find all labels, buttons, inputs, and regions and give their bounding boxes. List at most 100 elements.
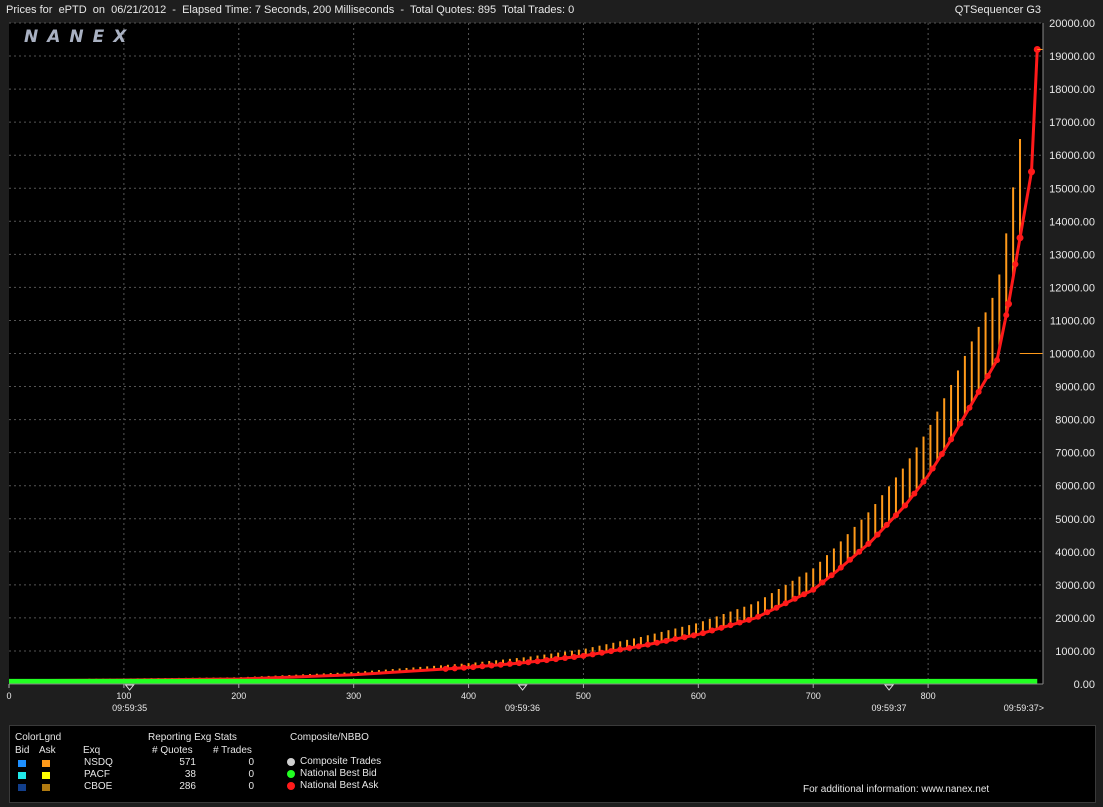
ask-point	[516, 660, 523, 667]
colorlgnd-label: ColorLgnd	[15, 732, 62, 743]
cboe-ask-swatch	[42, 784, 50, 791]
time-label: 09:59:37>	[1004, 703, 1044, 713]
pacf-ask-swatch	[42, 772, 50, 779]
trades-header: # Trades	[213, 745, 252, 756]
legend-panel: ColorLgnd Bid Ask Reporting Exg Stats Ex…	[9, 725, 1096, 803]
y-tick-label: 8000.00	[1055, 415, 1095, 427]
ask-point	[690, 632, 697, 639]
y-tick-label: 11000.00	[1050, 315, 1095, 327]
ask-point	[1012, 261, 1019, 268]
y-tick-label: 5000.00	[1055, 514, 1095, 526]
ask-point	[773, 604, 780, 611]
composite-trades-dot	[287, 758, 295, 766]
ask-point	[791, 595, 798, 602]
national-best-bid-label: National Best Bid	[300, 768, 377, 779]
ask-point	[966, 404, 973, 411]
ask-point	[525, 659, 532, 666]
exq-header: Exq	[83, 745, 101, 756]
ask-point	[865, 540, 872, 547]
y-tick-label: 4000.00	[1055, 547, 1095, 559]
ask-point	[727, 622, 734, 629]
price-chart: NANEX 0.00 1000.00 2000.00 3000.00 4000.00 50…	[6, 18, 1095, 713]
ask-point	[837, 564, 844, 571]
ask-point	[681, 634, 688, 641]
ask-point	[1005, 300, 1013, 308]
time-marker	[517, 684, 528, 691]
y-tick-label: 15000.00	[1049, 183, 1095, 195]
bid-header: Bid	[15, 745, 30, 756]
ask-point	[874, 531, 881, 538]
ask-point	[580, 652, 587, 659]
ask-point	[948, 436, 955, 443]
composite-title: Composite/NBBO	[290, 732, 369, 743]
pacf-bid-swatch	[18, 772, 26, 779]
y-tick-label: 9000.00	[1055, 382, 1095, 394]
y-tick-label: 3000.00	[1055, 580, 1095, 592]
x-tick-label: 500	[576, 691, 591, 701]
ask-point	[562, 655, 569, 662]
national-best-bid-dot	[287, 770, 295, 778]
ask-point	[975, 388, 982, 395]
ask-point	[984, 372, 991, 379]
ask-point	[736, 619, 743, 626]
ask-point	[506, 660, 513, 667]
time-marker	[884, 684, 895, 691]
ask-point	[571, 653, 578, 660]
ask-header: Ask	[39, 745, 56, 756]
ask-point	[810, 586, 817, 593]
time-label: 09:59:35	[112, 703, 147, 713]
ask-point	[745, 616, 752, 623]
ask-point	[957, 420, 964, 427]
x-tick-label: 200	[231, 691, 246, 701]
y-tick-label: 19000.00	[1049, 51, 1095, 63]
x-tick-label: 400	[461, 691, 476, 701]
trade-count: 0	[248, 781, 254, 792]
cboe-bid-swatch	[18, 784, 26, 791]
ask-point	[902, 502, 909, 509]
ask-point	[929, 465, 936, 472]
y-tick-label: 17000.00	[1049, 117, 1095, 129]
ask-point	[856, 548, 863, 555]
y-tick-label: 18000.00	[1049, 84, 1095, 96]
ask-point	[488, 662, 495, 669]
nanex-watermark: NANEX	[24, 27, 135, 47]
x-tick-label: 700	[806, 691, 821, 701]
ask-point	[589, 651, 596, 658]
time-label: 09:59:36	[505, 703, 540, 713]
reporting-title: Reporting Exg Stats	[148, 732, 237, 743]
ask-point	[1016, 234, 1024, 242]
info-text: For additional information: www.nanex.ne…	[803, 784, 990, 795]
x-axis: 0 100 200 300 400 500 600 700 800 09:59:35 09:59:3…	[6, 683, 1044, 713]
ask-point	[663, 637, 670, 644]
ask-point	[801, 591, 808, 598]
ask-point	[470, 664, 477, 671]
exchange-name: CBOE	[84, 781, 113, 792]
trade-count: 0	[248, 769, 254, 780]
ask-point	[718, 624, 725, 631]
ask-point	[994, 357, 1001, 364]
y-tick-label: 10000.00	[1049, 349, 1095, 361]
y-tick-label: 7000.00	[1055, 448, 1095, 460]
national-best-ask-dot	[287, 782, 295, 790]
x-tick-label: 0	[6, 691, 11, 701]
quote-count: 38	[184, 769, 196, 780]
ask-point	[608, 648, 615, 655]
ask-point	[782, 600, 789, 607]
x-tick-label: 800	[921, 691, 936, 701]
ask-point	[460, 664, 467, 671]
ask-point	[497, 661, 504, 668]
y-tick-label: 1000.00	[1055, 646, 1095, 658]
x-tick-label: 600	[691, 691, 706, 701]
y-tick-label: 13000.00	[1049, 249, 1095, 261]
ask-point	[846, 556, 853, 563]
quote-count: 286	[179, 781, 196, 792]
ask-point	[626, 644, 633, 651]
y-tick-label: 16000.00	[1049, 150, 1095, 162]
exchange-name: PACF	[84, 769, 110, 780]
ask-point	[764, 609, 771, 616]
time-label: 09:59:37	[872, 703, 907, 713]
y-axis: 0.00 1000.00 2000.00 3000.00 4000.00 5000.00 6…	[1042, 18, 1095, 691]
national-best-ask-label: National Best Ask	[300, 780, 379, 791]
ask-point	[911, 490, 918, 497]
ask-point	[672, 636, 679, 643]
